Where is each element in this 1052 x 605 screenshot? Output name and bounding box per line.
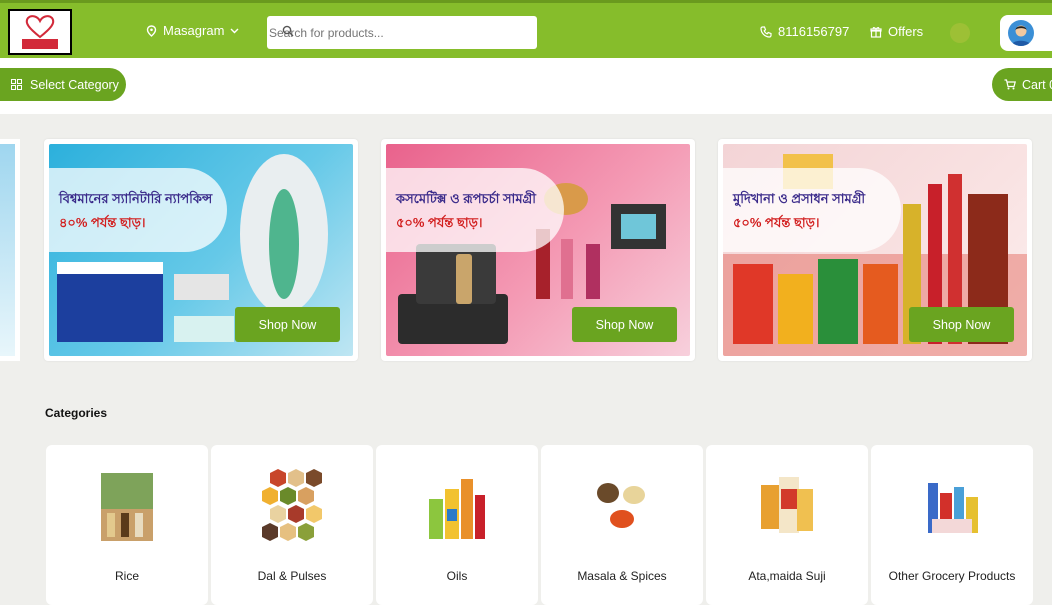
user-avatar-icon (1011, 25, 1031, 46)
top-navbar: Masagram 8116156797 Offers (0, 0, 1052, 58)
location-label: Masagram (163, 23, 225, 38)
cart-label: Cart 0 (1022, 77, 1052, 92)
phone-icon (760, 25, 772, 38)
location-selector[interactable]: Masagram (146, 23, 239, 38)
offers-label: Offers (888, 24, 924, 39)
search-input[interactable] (267, 16, 537, 49)
user-profile-button[interactable] (1000, 15, 1052, 51)
chevron-down-icon (230, 28, 239, 33)
banner-image: কসমেটিক্স ও রূপচর্চা সামগ্রী ৫০% পর্যন্ত… (386, 144, 690, 356)
category-card-masala-spices[interactable]: Masala & Spices (541, 445, 703, 605)
banner-headline: মুদিখানা ও প্রসাধন সামগ্রী (733, 191, 866, 206)
masala-spices-image (597, 483, 645, 528)
grid-icon (11, 79, 22, 90)
notification-indicator (950, 23, 970, 43)
shop-now-button[interactable]: Shop Now (235, 307, 340, 342)
search-icon (282, 25, 294, 37)
promo-banner-cosmetics[interactable]: কসমেটিক্স ও রূপচর্চা সামগ্রী ৫০% পর্যন্ত… (381, 139, 695, 361)
category-label: Dal & Pulses (257, 569, 327, 583)
offers-link[interactable]: Offers (870, 24, 923, 39)
oils-image (429, 479, 485, 539)
category-bar: Select Category Cart 0 (0, 58, 1052, 114)
avatar (1008, 20, 1034, 46)
other-grocery-image (928, 483, 978, 533)
select-category-button[interactable]: Select Category (0, 68, 126, 101)
category-label: Ata,maida Suji (748, 569, 826, 583)
category-label: Rice (114, 569, 139, 583)
gift-icon (870, 26, 882, 38)
promo-banner-napkins[interactable]: বিশ্বমানের স্যানিটারি ন্যাপকিন্স ৪০% পর্… (44, 139, 358, 361)
select-category-label: Select Category (30, 77, 119, 92)
banner-discount: ৫০% পর্যন্ত ছাড়। (396, 215, 483, 230)
rice-image (101, 473, 153, 541)
category-label: Oils (446, 569, 468, 583)
category-card-ata-maida-suji[interactable]: Ata,maida Suji (706, 445, 868, 605)
logo-mark-icon (22, 15, 58, 49)
banner-discount: ৫০% পর্যন্ত ছাড়। (733, 215, 820, 230)
banner-headline: বিশ্বমানের স্যানিটারি ন্যাপকিন্স (59, 191, 213, 206)
search-box[interactable] (267, 16, 537, 49)
category-card-other-grocery[interactable]: Other Grocery Products (871, 445, 1033, 605)
cart-button[interactable]: Cart 0 (992, 68, 1052, 101)
category-card-oils[interactable]: Oils (376, 445, 538, 605)
banner-discount: ৪০% পর্যন্ত ছাড়। (59, 215, 146, 230)
categories-heading: Categories (45, 406, 108, 420)
banner-image: মুদিখানা ও প্রসাধন সামগ্রী ৫০% পর্যন্ত ছ… (723, 144, 1027, 356)
category-card-rice[interactable]: Rice (46, 445, 208, 605)
promo-banner-grocery[interactable]: মুদিখানা ও প্রসাধন সামগ্রী ৫০% পর্যন্ত ছ… (718, 139, 1032, 361)
category-label: Masala & Spices (577, 569, 667, 583)
category-label: Other Grocery Products (888, 569, 1016, 583)
banner-partial-image (0, 144, 15, 356)
category-card-dal-pulses[interactable]: Dal & Pulses (211, 445, 373, 605)
site-logo[interactable] (8, 9, 72, 55)
shop-now-button[interactable]: Shop Now (572, 307, 677, 342)
location-pin-icon (146, 24, 157, 37)
dal-pulses-image (262, 469, 322, 541)
shop-now-button[interactable]: Shop Now (909, 307, 1014, 342)
ata-maida-suji-image (761, 477, 813, 533)
phone-number: 8116156797 (778, 24, 850, 39)
phone-contact[interactable]: 8116156797 (760, 24, 849, 39)
banner-partial (0, 139, 20, 361)
banner-headline: কসমেটিক্স ও রূপচর্চা সামগ্রী (396, 191, 537, 206)
banner-image: বিশ্বমানের স্যানিটারি ন্যাপকিন্স ৪০% পর্… (49, 144, 353, 356)
cart-icon (1004, 79, 1016, 90)
